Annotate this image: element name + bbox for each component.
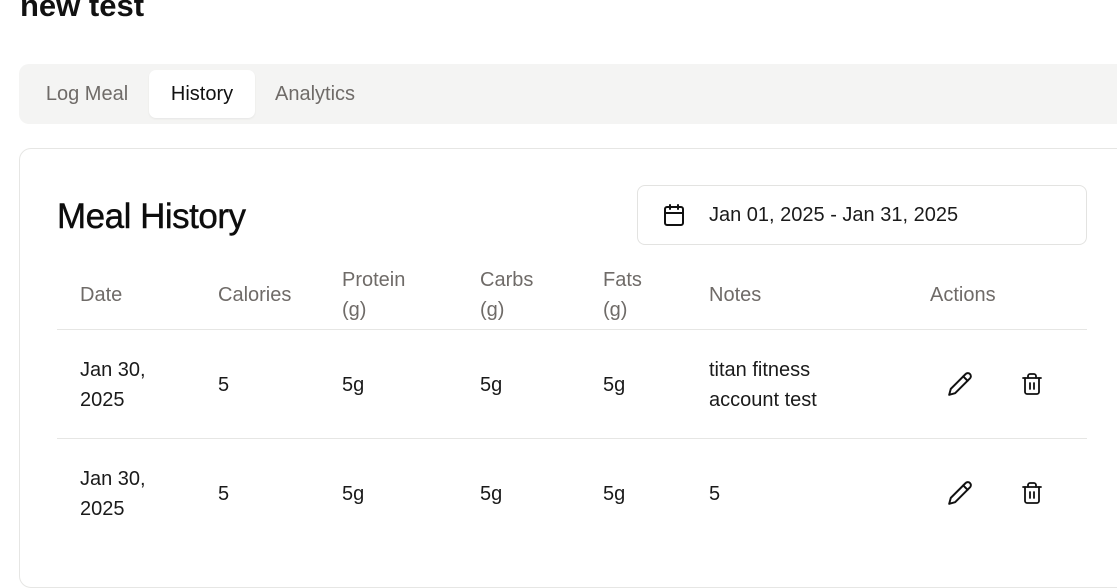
cell-calories: 5 [218, 483, 230, 505]
trash-icon [1022, 482, 1042, 504]
tab-history[interactable]: History [149, 70, 255, 118]
tab-analytics[interactable]: Analytics [259, 70, 371, 118]
tab-log-meal[interactable]: Log Meal [29, 70, 145, 118]
column-header-notes: Notes [709, 284, 762, 306]
column-header-carbs-line2: (g) [480, 299, 505, 321]
cell-protein: 5g [342, 483, 365, 505]
cell-notes: titan fitness account test [709, 355, 817, 415]
cell-notes: 5 [709, 483, 721, 505]
cell-date: Jan 30, 2025 [80, 355, 146, 415]
cell-protein: 5g [342, 374, 365, 396]
cell-carbs: 5g [480, 374, 503, 396]
date-range-picker[interactable]: Jan 01, 2025 - Jan 31, 2025 [637, 185, 1087, 245]
calendar-icon [662, 203, 686, 227]
pencil-icon [948, 481, 972, 505]
delete-button[interactable] [1016, 368, 1048, 400]
column-header-fats: Fats (g) [603, 265, 642, 325]
cell-date-line2: 2025 [80, 389, 125, 411]
column-header-fats-line2: (g) [603, 299, 628, 321]
cell-notes-line2: account test [709, 389, 817, 411]
tab-list: Log Meal History Analytics [19, 64, 1117, 124]
edit-button[interactable] [944, 368, 976, 400]
edit-button[interactable] [944, 477, 976, 509]
cell-calories: 5 [218, 374, 230, 396]
page-title: new test [20, 0, 145, 23]
cell-fats: 5g [603, 374, 626, 396]
column-header-protein-line2: (g) [342, 299, 367, 321]
cell-notes-line1: titan fitness [709, 359, 811, 381]
delete-button[interactable] [1016, 477, 1048, 509]
cell-date-line1: Jan 30, [80, 468, 146, 490]
pencil-icon [948, 372, 972, 396]
cell-carbs: 5g [480, 483, 503, 505]
column-header-protein-line1: Protein [342, 269, 406, 291]
column-header-carbs: Carbs (g) [480, 265, 533, 325]
column-header-actions: Actions [930, 284, 996, 306]
cell-fats: 5g [603, 483, 626, 505]
cell-date: Jan 30, 2025 [80, 464, 146, 524]
meal-history-card: Meal History Jan 01, 2025 - Jan 31, 2025… [19, 148, 1117, 588]
divider [57, 438, 1087, 439]
section-title: Meal History [57, 197, 246, 236]
column-header-fats-line1: Fats [603, 269, 642, 291]
column-header-calories: Calories [218, 284, 292, 306]
divider [57, 329, 1087, 330]
cell-date-line1: Jan 30, [80, 359, 146, 381]
date-range-text: Jan 01, 2025 - Jan 31, 2025 [709, 203, 959, 226]
column-header-protein: Protein (g) [342, 265, 405, 325]
column-header-date: Date [80, 284, 123, 306]
cell-date-line2: 2025 [80, 498, 125, 520]
column-header-carbs-line1: Carbs [480, 269, 534, 291]
trash-icon [1022, 373, 1042, 395]
